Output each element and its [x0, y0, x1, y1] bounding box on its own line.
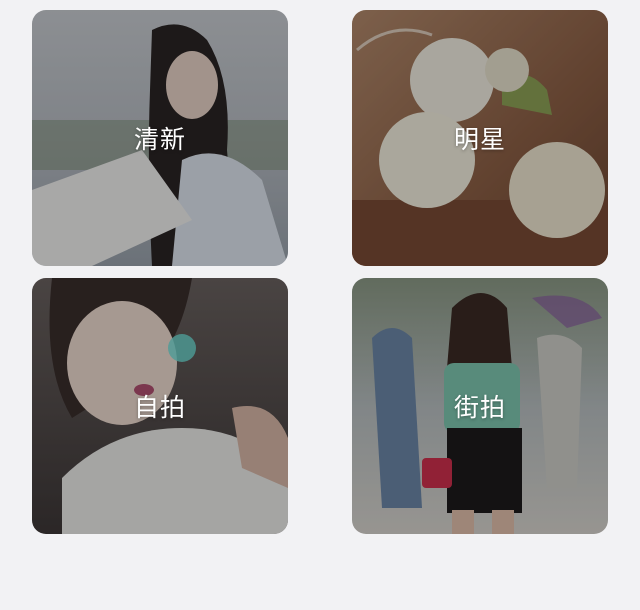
category-label: 自拍: [133, 393, 186, 422]
category-card-street[interactable]: 街拍: [352, 278, 608, 534]
category-label: 明星: [453, 125, 506, 154]
category-label: 清新: [133, 125, 186, 154]
category-label: 街拍: [453, 393, 506, 422]
category-grid: 清新 明星 自拍 街拍: [0, 0, 640, 610]
category-card-selfie[interactable]: 自拍: [32, 278, 288, 534]
category-card-fresh[interactable]: 清新: [32, 10, 288, 266]
category-card-star[interactable]: 明星: [352, 10, 608, 266]
